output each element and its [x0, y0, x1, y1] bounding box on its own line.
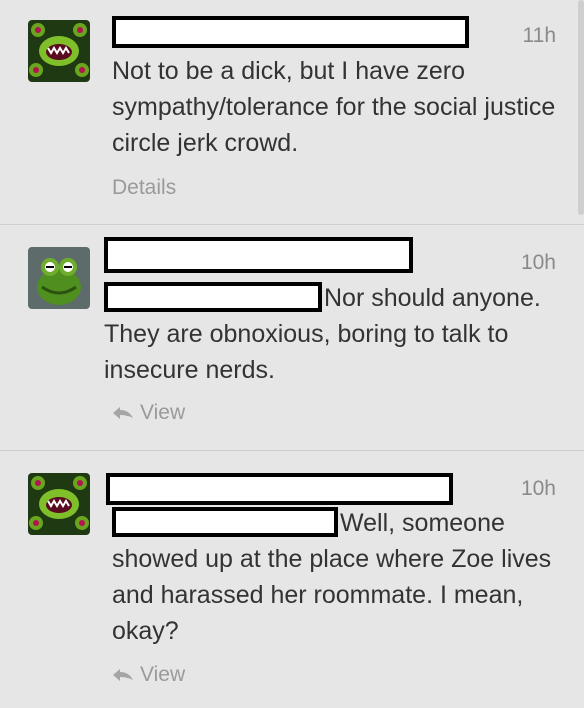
- tweet-text-container: Nor should anyone. They are obnoxious, b…: [104, 280, 567, 388]
- reply-icon: [113, 669, 133, 682]
- view-link[interactable]: View: [112, 401, 185, 425]
- author-name-redacted[interactable]: [112, 16, 469, 48]
- frog-avatar-icon[interactable]: [28, 247, 90, 309]
- tweet-timestamp[interactable]: 11h: [523, 24, 556, 48]
- author-name-redacted[interactable]: [106, 473, 453, 505]
- tweet-text-container: Well, someone showed up at the place whe…: [112, 505, 567, 649]
- view-label: View: [140, 401, 186, 424]
- monster-avatar-icon[interactable]: [28, 473, 90, 535]
- tweet-item[interactable]: 10h Well, someone showed up at the place…: [0, 450, 584, 708]
- tweet-timestamp[interactable]: 10h: [521, 251, 556, 275]
- details-link[interactable]: Details: [112, 176, 176, 200]
- tweet-text: Not to be a dick, but I have zero sympat…: [112, 57, 556, 157]
- reply-icon: [113, 407, 133, 420]
- tweet-item[interactable]: 10h Nor should anyone. They are obnoxiou…: [0, 224, 584, 450]
- monster-avatar-icon[interactable]: [28, 20, 90, 82]
- view-link[interactable]: View: [112, 663, 185, 687]
- tweet-timestamp[interactable]: 10h: [521, 477, 556, 501]
- mention-redacted[interactable]: [112, 507, 338, 537]
- mention-redacted[interactable]: [104, 282, 322, 312]
- author-name-redacted[interactable]: [104, 237, 413, 273]
- view-label: View: [140, 663, 186, 686]
- tweet-item[interactable]: 11h Not to be a dick, but I have zero sy…: [0, 0, 584, 223]
